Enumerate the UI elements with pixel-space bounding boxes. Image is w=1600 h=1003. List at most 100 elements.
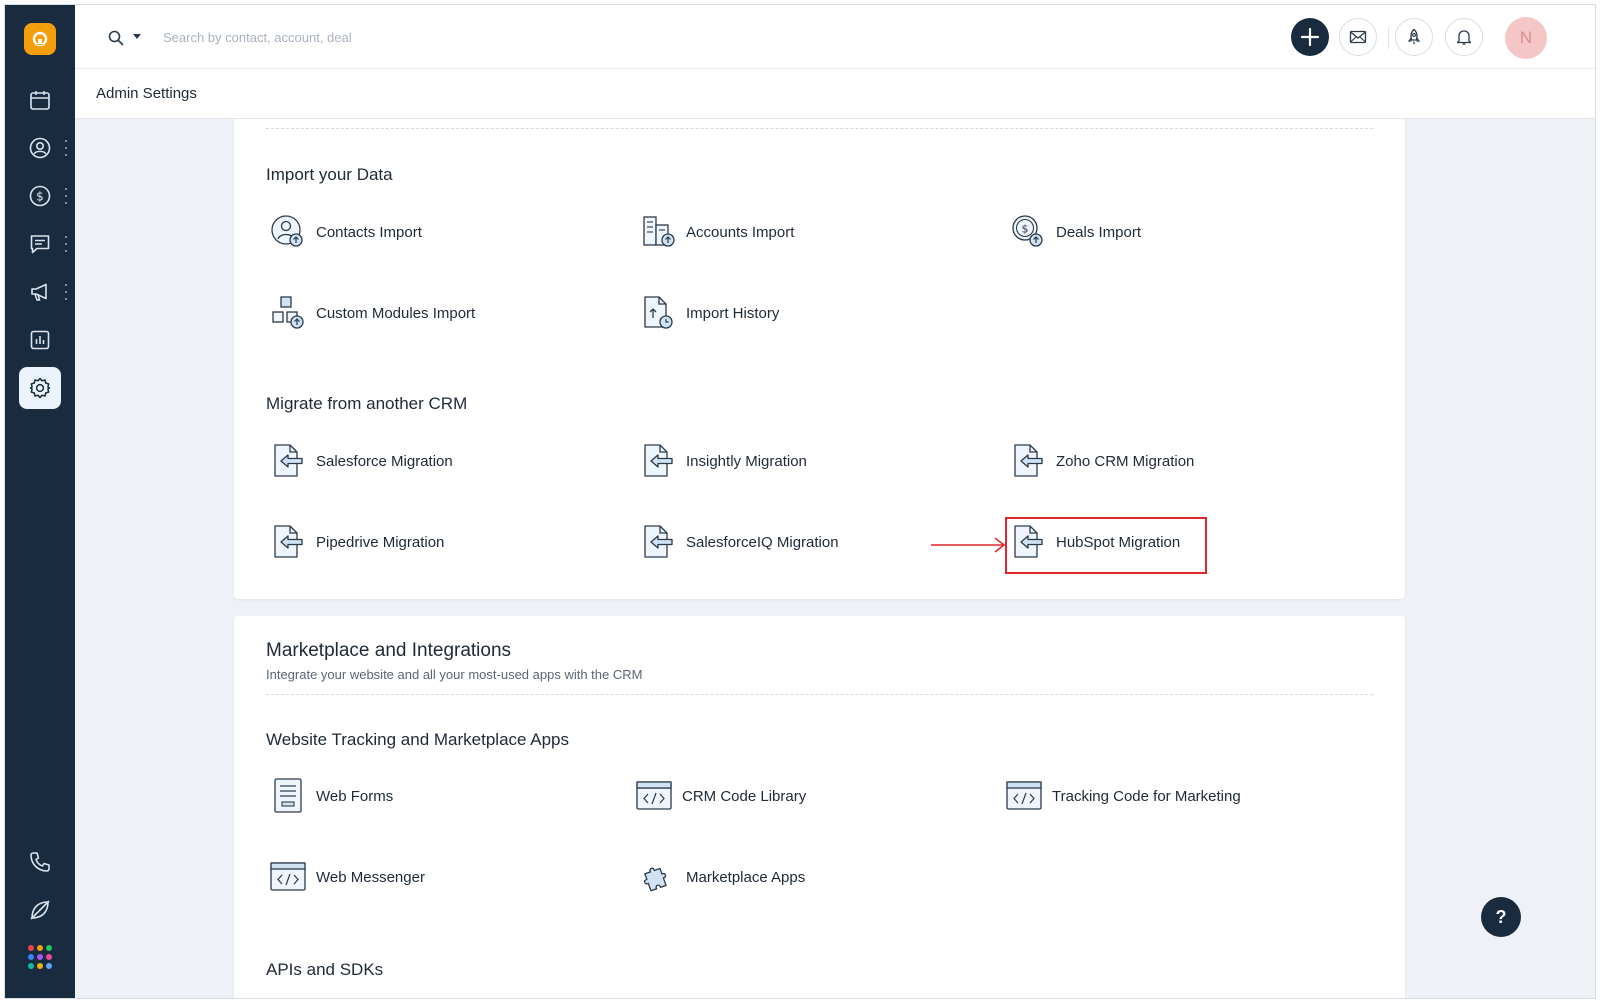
deals-more-icon[interactable]: [63, 188, 69, 204]
web-messenger-link[interactable]: Web Messenger: [268, 857, 425, 897]
migration-icon: [268, 441, 308, 481]
conversations-more-icon[interactable]: [63, 236, 69, 252]
notifications-button[interactable]: [1445, 18, 1483, 56]
sidebar: $: [5, 5, 75, 998]
marketing-more-icon[interactable]: [63, 284, 69, 300]
calendar-icon: [30, 91, 50, 110]
search-input[interactable]: [163, 25, 583, 49]
card-subtitle-marketplace: Integrate your website and all your most…: [266, 667, 643, 682]
crm-code-library-link[interactable]: CRM Code Library: [634, 776, 806, 816]
pipedrive-migration-label: Pipedrive Migration: [316, 533, 445, 551]
contact-icon: [29, 137, 51, 159]
svg-text:$: $: [36, 190, 44, 204]
rocket-icon: [1407, 28, 1421, 44]
megaphone-icon: [31, 283, 47, 301]
contacts-import-label: Contacts Import: [316, 223, 422, 241]
contacts-import-icon: [268, 212, 308, 252]
getting-started-button[interactable]: [1395, 18, 1433, 56]
accounts-import-label: Accounts Import: [686, 223, 795, 241]
tracking-code-icon: [1004, 776, 1044, 816]
salesforce-migration-link[interactable]: Salesforce Migration: [268, 441, 453, 481]
mail-button[interactable]: [1339, 18, 1377, 56]
user-avatar[interactable]: N: [1505, 17, 1547, 59]
data-import-card: Import your Data Contacts Import Account…: [234, 119, 1405, 599]
tracking-code-link[interactable]: Tracking Code for Marketing: [1004, 776, 1241, 816]
bell-icon: [1456, 30, 1472, 45]
gear-icon: [29, 377, 51, 399]
marketplace-apps-label: Marketplace Apps: [686, 868, 806, 886]
marketplace-apps-link[interactable]: Marketplace Apps: [638, 857, 805, 897]
pipedrive-migration-link[interactable]: Pipedrive Migration: [268, 522, 444, 562]
app-logo[interactable]: [24, 23, 56, 55]
mail-icon: [1349, 30, 1367, 44]
deals-import-icon: $: [1008, 212, 1048, 252]
annotation-highlight-box: [1005, 517, 1207, 574]
import-history-label: Import History: [686, 304, 780, 322]
contacts-import-link[interactable]: Contacts Import: [268, 212, 422, 252]
migration-icon: [638, 522, 678, 562]
web-forms-link[interactable]: Web Forms: [268, 776, 393, 816]
web-forms-label: Web Forms: [316, 787, 394, 805]
search-scope-dropdown-icon[interactable]: [133, 34, 141, 39]
contacts-more-icon[interactable]: [63, 140, 69, 156]
salesforce-migration-label: Salesforce Migration: [316, 452, 453, 470]
section-title-apis: APIs and SDKs: [266, 960, 384, 979]
import-history-icon: [638, 293, 678, 333]
custom-modules-import-link[interactable]: Custom Modules Import: [268, 293, 475, 333]
sidebar-item-deals[interactable]: $: [19, 175, 61, 217]
chat-icon: [30, 235, 50, 254]
custom-modules-import-label: Custom Modules Import: [316, 304, 476, 322]
crm-code-library-label: CRM Code Library: [682, 787, 807, 805]
sidebar-item-settings[interactable]: [19, 367, 61, 409]
deals-import-link[interactable]: $ Deals Import: [1008, 212, 1141, 252]
migration-icon: [268, 522, 308, 562]
search-icon[interactable]: [107, 29, 125, 47]
sidebar-item-marketing[interactable]: [19, 271, 61, 313]
sidebar-item-contacts[interactable]: [19, 127, 61, 169]
annotation-arrow: [931, 537, 1006, 553]
zoho-crm-migration-label: Zoho CRM Migration: [1056, 452, 1195, 470]
migration-icon: [638, 441, 678, 481]
insightly-migration-label: Insightly Migration: [686, 452, 807, 470]
salesforceiq-migration-link[interactable]: SalesforceIQ Migration: [638, 522, 839, 562]
reports-icon: [30, 330, 50, 350]
leaf-off-icon: [30, 900, 50, 920]
help-button[interactable]: ?: [1481, 897, 1521, 937]
accounts-import-link[interactable]: Accounts Import: [638, 212, 794, 252]
insightly-migration-link[interactable]: Insightly Migration: [638, 441, 807, 481]
salesforceiq-migration-label: SalesforceIQ Migration: [686, 533, 839, 551]
plus-icon: [1300, 27, 1320, 47]
top-bar: N: [75, 5, 1595, 69]
migration-icon: [1008, 441, 1048, 481]
sidebar-item-conversations[interactable]: [19, 223, 61, 265]
svg-text:$: $: [1022, 223, 1029, 236]
card-title-marketplace: Marketplace and Integrations: [266, 640, 512, 661]
sidebar-item-calendar[interactable]: [19, 79, 61, 121]
section-divider: [266, 694, 1373, 695]
topbar-divider: [1388, 27, 1389, 49]
import-history-link[interactable]: Import History: [638, 293, 779, 333]
web-messenger-icon: [268, 857, 308, 897]
quick-add-button[interactable]: [1291, 18, 1329, 56]
web-messenger-label: Web Messenger: [316, 868, 425, 886]
sidebar-item-reports[interactable]: [19, 319, 61, 361]
tracking-code-label: Tracking Code for Marketing: [1052, 787, 1241, 805]
sidebar-item-phone[interactable]: [19, 841, 61, 883]
app-window: $ Search by contact, account, deal N Adm…: [4, 4, 1596, 999]
web-forms-icon: [268, 776, 308, 816]
deals-import-label: Deals Import: [1056, 223, 1142, 241]
apps-grid-icon[interactable]: [28, 945, 52, 969]
marketplace-card: Marketplace and Integrations Integrate y…: [234, 616, 1405, 998]
page-header: Admin Settings: [75, 69, 1595, 119]
sidebar-item-no-distraction[interactable]: [19, 889, 61, 931]
phone-icon: [30, 852, 50, 872]
page-title: Admin Settings: [96, 85, 197, 102]
logo-icon: [32, 31, 48, 47]
section-title-import: Import your Data: [266, 165, 393, 184]
zoho-crm-migration-link[interactable]: Zoho CRM Migration: [1008, 441, 1194, 481]
accounts-import-icon: [638, 212, 678, 252]
section-divider: [266, 128, 1373, 129]
section-title-tracking: Website Tracking and Marketplace Apps: [266, 730, 570, 749]
dollar-icon: $: [29, 185, 51, 207]
puzzle-icon: [638, 857, 678, 897]
